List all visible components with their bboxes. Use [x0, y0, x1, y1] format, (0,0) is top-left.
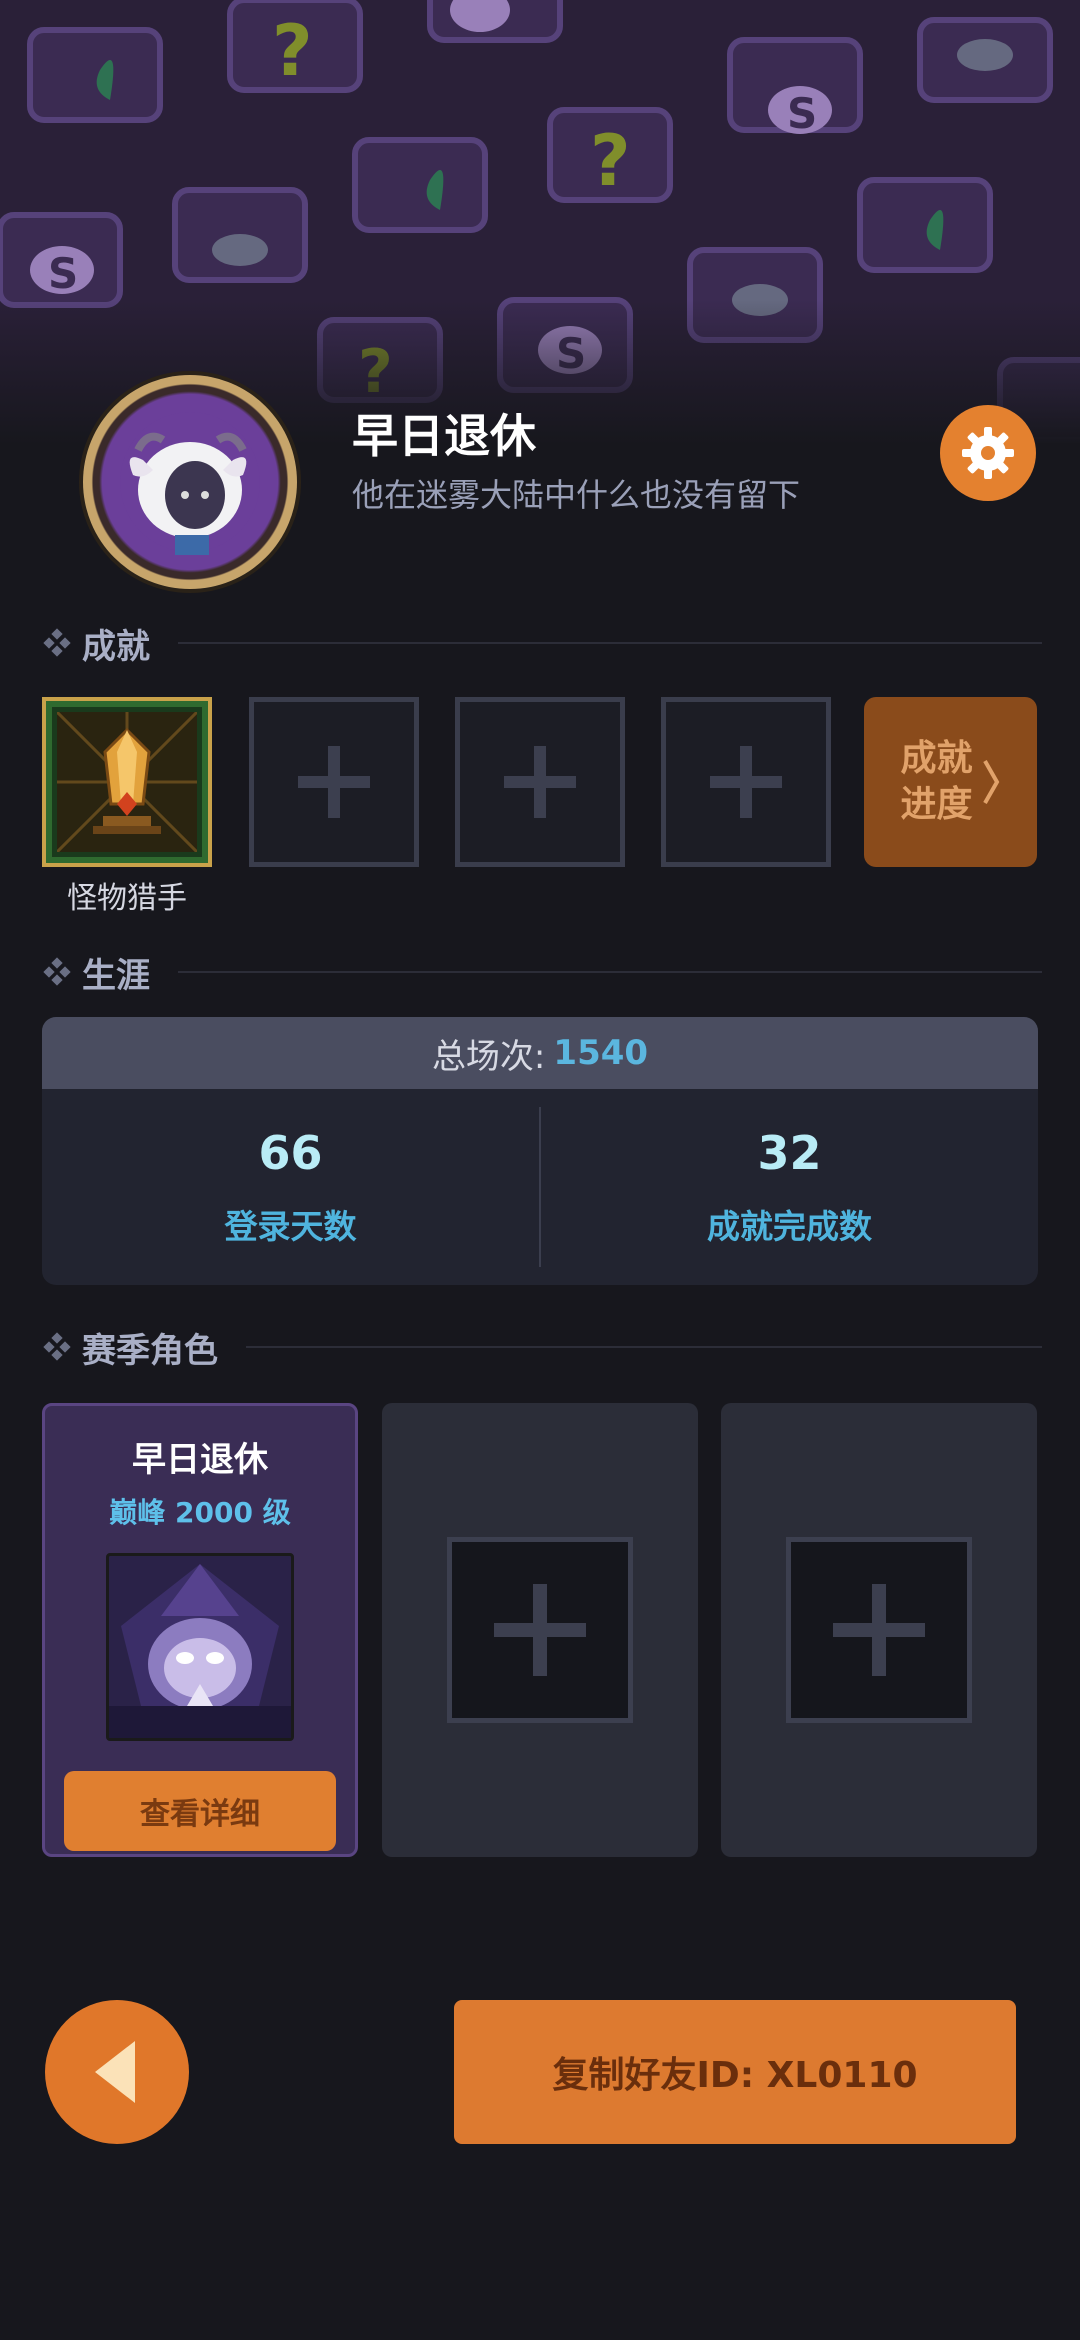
- svg-text:?: ?: [590, 120, 631, 202]
- plus-icon: [504, 746, 576, 818]
- diamond-bullet-icon: [43, 628, 71, 657]
- copy-friend-id-button[interactable]: 复制好友ID: XL0110: [454, 2000, 1016, 2144]
- plus-icon: [710, 746, 782, 818]
- career-panel: 总场次: 1540 66 登录天数 32 成就完成数: [42, 1017, 1038, 1285]
- total-games-row: 总场次: 1540: [42, 1017, 1038, 1089]
- achievement-slot-empty[interactable]: [661, 697, 831, 867]
- season-role-slot-empty[interactable]: [382, 1403, 698, 1857]
- total-games-value: 1540: [553, 1033, 649, 1073]
- career-header: 生涯: [42, 950, 1042, 996]
- achievement-progress-button[interactable]: 成就 进度: [864, 697, 1037, 867]
- svg-text:?: ?: [272, 10, 313, 92]
- achievements-title: 成就: [82, 626, 150, 667]
- hooded-mage-icon: [109, 1556, 291, 1738]
- view-details-button[interactable]: 查看详细: [64, 1771, 336, 1851]
- avatar[interactable]: [83, 375, 297, 589]
- svg-text:S: S: [48, 249, 78, 298]
- season-role-card[interactable]: 早日退休 巅峰 2000 级 查看详细: [42, 1403, 358, 1857]
- achievements-header: 成就: [42, 621, 1042, 667]
- back-arrow-icon: [95, 2041, 135, 2103]
- stat-login-days: 66 登录天数: [42, 1089, 539, 1285]
- stat-value: 32: [757, 1126, 822, 1180]
- diamond-bullet-icon: [43, 1332, 71, 1361]
- gear-icon: [962, 427, 1014, 479]
- section-divider: [246, 1346, 1042, 1348]
- stat-label: 成就完成数: [707, 1207, 872, 1246]
- stat-label: 登录天数: [224, 1207, 357, 1246]
- settings-button[interactable]: [940, 405, 1036, 501]
- empty-role-frame: [447, 1537, 633, 1723]
- sheep-avatar-icon: [120, 412, 260, 555]
- total-games-label: 总场次:: [431, 1036, 546, 1077]
- diamond-bullet-icon: [43, 957, 71, 986]
- empty-role-frame: [786, 1537, 972, 1723]
- svg-text:S: S: [787, 89, 817, 138]
- plus-icon: [833, 1584, 925, 1676]
- chevron-right-icon: [982, 760, 999, 804]
- achievement-slot-unlocked[interactable]: [42, 697, 212, 867]
- role-level: 巅峰 2000 级: [109, 1496, 291, 1529]
- stat-achievements-completed: 32 成就完成数: [541, 1089, 1038, 1285]
- stat-value: 66: [258, 1126, 323, 1180]
- golden-crystal-trophy-icon: [57, 712, 197, 852]
- career-title: 生涯: [82, 955, 150, 996]
- role-name: 早日退休: [132, 1440, 268, 1480]
- achievement-label: 怪物猎手: [67, 881, 187, 916]
- player-motto: 他在迷雾大陆中什么也没有留下: [352, 476, 801, 514]
- season-roles-title: 赛季角色: [82, 1330, 218, 1371]
- season-role-slot-empty[interactable]: [721, 1403, 1037, 1857]
- plus-icon: [298, 746, 370, 818]
- achievement-progress-label: 成就 进度: [900, 738, 973, 825]
- section-divider: [178, 971, 1042, 973]
- back-button[interactable]: [45, 2000, 189, 2144]
- role-portrait: [106, 1553, 294, 1741]
- season-roles-header: 赛季角色: [42, 1325, 1042, 1371]
- plus-icon: [494, 1584, 586, 1676]
- section-divider: [178, 642, 1042, 644]
- achievement-slot-empty[interactable]: [249, 697, 419, 867]
- achievement-slot-empty[interactable]: [455, 697, 625, 867]
- player-name: 早日退休: [352, 409, 536, 463]
